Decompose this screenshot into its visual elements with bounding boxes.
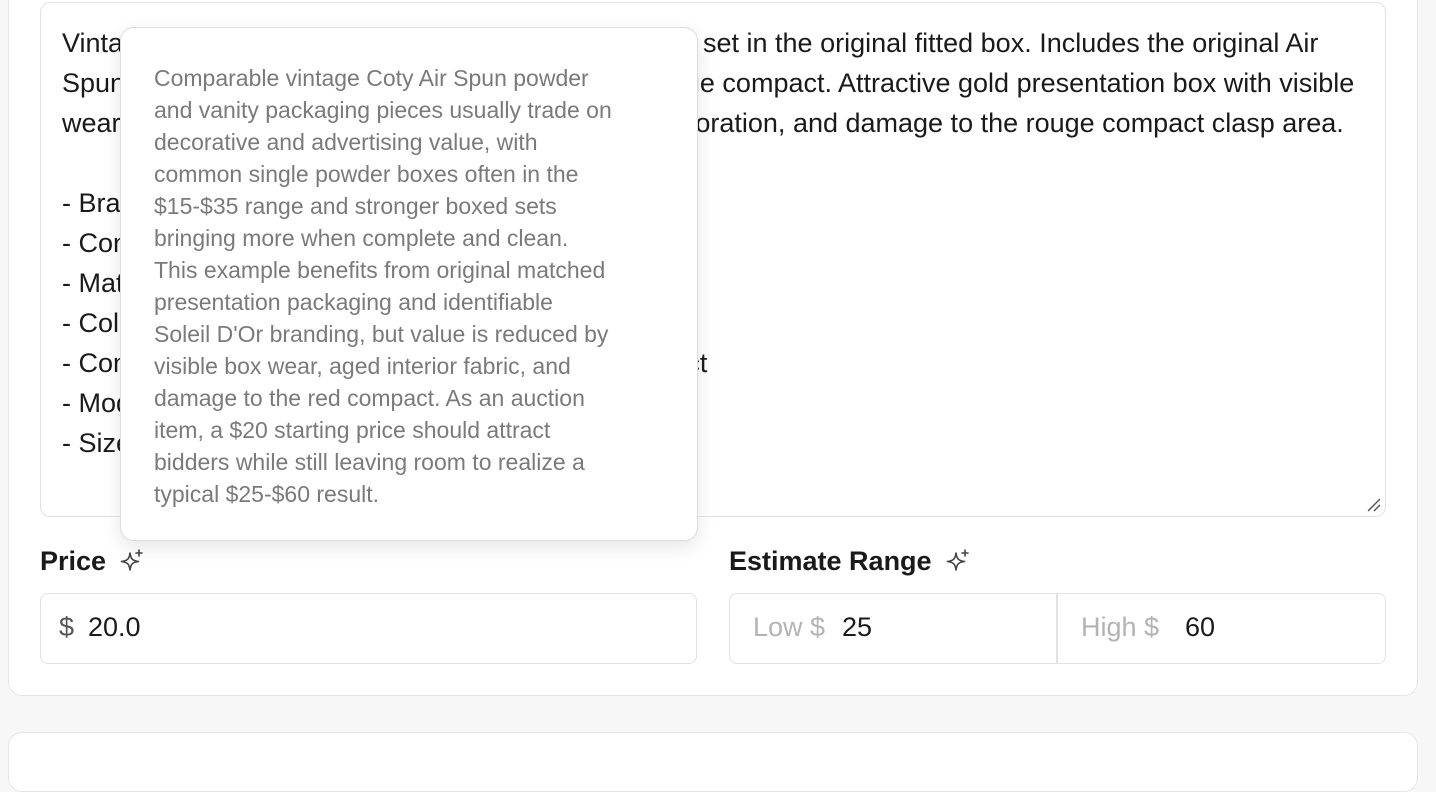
estimate-high-value[interactable]: 60 [1185, 612, 1215, 643]
estimate-low-value[interactable]: 25 [842, 612, 872, 643]
price-rationale-tooltip: Comparable vintage Coty Air Spun powder … [120, 27, 698, 541]
price-input[interactable]: $ 20.0 [40, 593, 697, 664]
estimate-low-prefix: Low $ [753, 612, 826, 642]
estimate-high-prefix: High $ [1081, 612, 1160, 642]
resize-handle-icon[interactable] [1365, 496, 1381, 512]
price-label-text: Price [40, 546, 107, 576]
estimate-high-input[interactable]: High $ 60 [1058, 594, 1384, 663]
estimate-label-text: Estimate Range [729, 546, 932, 576]
estimate-range-label: Estimate Range [729, 546, 972, 577]
price-label: Price [40, 546, 146, 577]
next-section-card [8, 732, 1418, 792]
price-currency-prefix: $ [59, 612, 75, 642]
estimate-range-inputs: Low $ 25 High $ 60 [729, 593, 1386, 664]
sparkle-icon[interactable] [944, 548, 972, 576]
price-value[interactable]: 20.0 [88, 612, 141, 643]
estimate-low-input[interactable]: Low $ 25 [730, 594, 1056, 663]
sparkle-icon[interactable] [118, 548, 146, 576]
tooltip-text: Comparable vintage Coty Air Spun powder … [154, 65, 612, 507]
